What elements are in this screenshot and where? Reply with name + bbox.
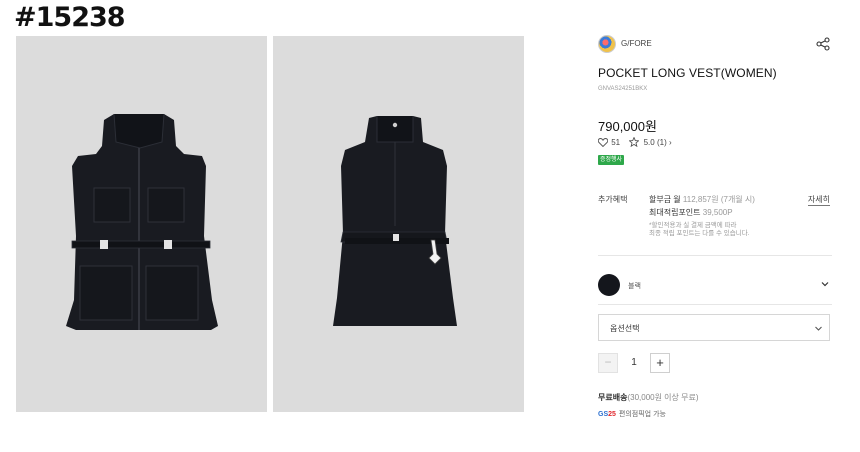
brand-logo[interactable]	[598, 35, 616, 53]
rating-value: 5.0	[643, 137, 655, 147]
divider	[598, 304, 832, 305]
shipping-info: 무료배송(30,000원 이상 무료)	[598, 392, 699, 403]
points-info: 최대적립포인트 39,500P	[649, 207, 733, 218]
vest-front-illustration	[66, 113, 218, 330]
installment-label: 할부금 월	[649, 195, 681, 204]
points-amount: 39,500P	[702, 208, 733, 217]
benefit-detail-link[interactable]: 자세히	[807, 194, 830, 206]
gs25-logo: GS25	[598, 411, 616, 418]
installment-note: (7개월 시)	[720, 195, 755, 204]
chevron-down-icon	[815, 326, 822, 331]
review-count-link[interactable]: (1)	[657, 138, 667, 147]
free-shipping-condition: (30,000원 이상 무료)	[627, 393, 699, 402]
points-label: 최대적립포인트	[649, 208, 701, 217]
brand-row: G/FORE	[598, 35, 832, 55]
gs25-logo-suffix: 25	[608, 411, 616, 418]
likes-count[interactable]: 51	[611, 138, 620, 147]
points-notice-line-2: 최종 적립 포인트는 다를 수 있습니다.	[649, 230, 750, 237]
product-image-front[interactable]	[16, 36, 267, 412]
color-name: 블랙	[628, 283, 641, 290]
quantity-decrease-button[interactable]: −	[598, 353, 618, 373]
benefit-label: 추가혜택	[598, 195, 628, 204]
star-icon	[629, 137, 640, 147]
product-stats: 51 5.0 (1) ›	[598, 137, 672, 149]
pickup-info: GS25 편의점픽업 가능	[598, 409, 666, 419]
share-icon[interactable]	[816, 37, 830, 51]
free-shipping-label: 무료배송	[598, 393, 628, 402]
points-notice-line-1: *할인적용과 실 결제 금액에 따라	[649, 222, 737, 229]
product-title: POCKET LONG VEST(WOMEN)	[598, 66, 777, 80]
gift-event-badge: 증정행사	[598, 155, 625, 165]
option-select[interactable]: 옵션선택	[598, 314, 830, 341]
gs25-logo-prefix: GS	[598, 411, 609, 418]
points-notice: *할인적용과 실 결제 금액에 따라 최종 적립 포인트는 다를 수 있습니다.	[649, 222, 829, 238]
vest-back-illustration	[333, 116, 457, 326]
brand-name[interactable]: G/FORE	[621, 39, 652, 48]
product-price: 790,000원	[598, 119, 657, 134]
divider	[598, 255, 832, 256]
option-select-label: 옵션선택	[610, 324, 640, 333]
quantity-value: 1	[631, 357, 637, 368]
product-code: GNVAS24251BKX	[598, 86, 648, 92]
chevron-down-icon[interactable]	[820, 280, 830, 288]
watermark-label: #15238	[14, 2, 126, 33]
heart-icon[interactable]	[598, 137, 608, 147]
pickup-label: 편의점픽업 가능	[618, 411, 666, 418]
quantity-increase-button[interactable]: +	[650, 353, 670, 373]
product-image-back[interactable]	[273, 36, 524, 412]
installment-info: 할부금 월 112,857원 (7개월 시)	[649, 194, 755, 205]
color-swatch-black[interactable]	[598, 274, 620, 296]
review-arrow-icon[interactable]: ›	[669, 138, 672, 147]
installment-amount: 112,857원	[682, 195, 719, 204]
